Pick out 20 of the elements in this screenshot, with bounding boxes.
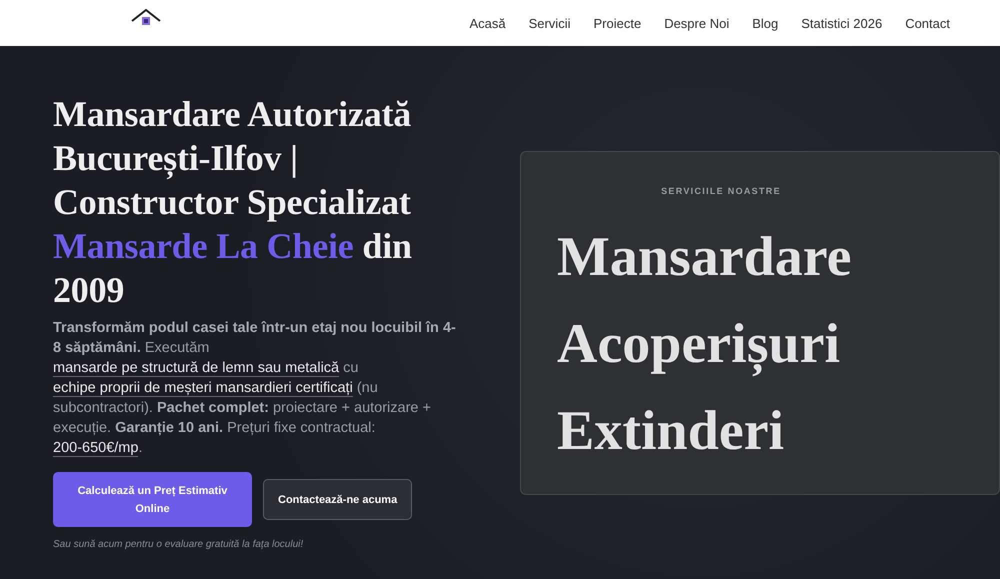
estimate-button[interactable]: Calculează un Preț Estimativ Online bbox=[53, 472, 252, 527]
card-eyebrow: SERVICIILE NOASTRE bbox=[660, 186, 782, 196]
intro-text: Transformăm podul casei tale într-un etaj nou locuibil în 4-8 săptămâni. Executăm mansarde pe structură de lemn sau metalică cu echipe proprii de meșteri mansardieri certificați (nu subcontractori). Pachet complet: proiectare + autorizare + execuție. Garanție 10 ani. Prețuri fixe contractual: 200-650€/mp. bbox=[53, 319, 457, 458]
service-heading: Extinderi bbox=[557, 399, 786, 464]
nav-link[interactable]: Servicii bbox=[528, 16, 570, 30]
nav-link[interactable]: Despre Noi bbox=[664, 16, 730, 30]
call-note: Sau sună acum pentru o evaluare gratuită la fața locului! bbox=[53, 539, 304, 550]
nav-link[interactable]: Contact bbox=[905, 16, 950, 30]
nav-link[interactable]: Statistici 2026 bbox=[801, 16, 882, 30]
hero-title: Mansardare Autorizată București-Ilfov | Constructor Specializat Mansarde La Cheie din 2009 bbox=[53, 93, 413, 312]
service-heading: Mansardare bbox=[557, 225, 852, 290]
nav-link[interactable]: Blog bbox=[752, 16, 778, 30]
nav-link[interactable]: Proiecte bbox=[593, 16, 642, 30]
house-logo-icon[interactable] bbox=[130, 8, 162, 26]
inline-link[interactable]: 200-650€/mp bbox=[53, 440, 138, 457]
inline-link[interactable]: mansarde pe structură de lemn sau metalică bbox=[53, 360, 340, 377]
contact-button[interactable]: Contactează-ne acuma bbox=[263, 479, 412, 520]
inline-link[interactable]: echipe proprii de meșteri mansardieri certificați bbox=[53, 380, 353, 397]
nav-link[interactable]: Acasă bbox=[469, 16, 506, 30]
service-heading: Acoperișuri bbox=[557, 312, 842, 378]
